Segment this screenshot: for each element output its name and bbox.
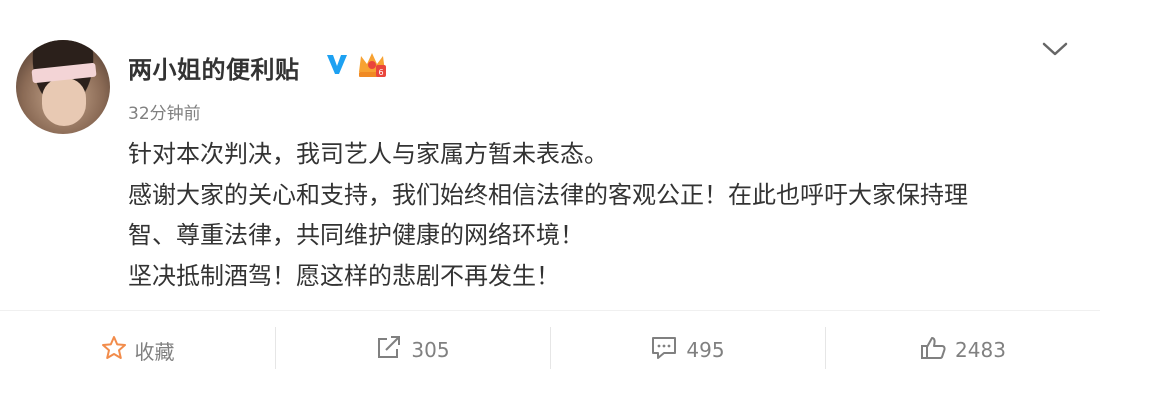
post-line: 针对本次判决，我司艺人与家属方暂未表态。 xyxy=(128,140,608,168)
comment-bubble-icon xyxy=(650,335,686,366)
avatar[interactable] xyxy=(16,40,110,134)
post-timestamp[interactable]: 32分钟前 xyxy=(128,99,201,124)
chevron-down-icon[interactable] xyxy=(1040,38,1070,60)
verified-v-icon xyxy=(325,52,349,76)
post-line: 感谢大家的关心和支持，我们始终相信法律的客观公正！在此也呼吁大家保持理 xyxy=(128,180,968,209)
vip-crown-icon[interactable]: 6 xyxy=(356,50,388,80)
share-arrow-icon xyxy=(375,335,411,366)
author-name[interactable]: 两小姐的便利贴 xyxy=(128,50,300,85)
like-count: 2483 xyxy=(955,338,1006,362)
post-line: 坚决抵制酒驾！愿这样的悲剧不再发生！ xyxy=(128,261,560,290)
repost-button[interactable]: 305 xyxy=(275,311,550,389)
favorite-label: 收藏 xyxy=(134,339,175,364)
comment-count: 495 xyxy=(686,338,725,362)
repost-count: 305 xyxy=(411,338,450,362)
action-bar: 收藏 305 495 2483 xyxy=(0,310,1100,389)
svg-text:6: 6 xyxy=(378,68,383,77)
comment-button[interactable]: 495 xyxy=(550,311,825,389)
post-content: 针对本次判决，我司艺人与家属方暂未表态。 感谢大家的关心和支持，我们始终相信法律… xyxy=(128,134,1078,296)
weibo-post-card: 两小姐的便利贴 6 32分钟前 针对本次判决，我司艺人与家属方暂未表态。 感谢大… xyxy=(0,0,1100,413)
like-button[interactable]: 2483 xyxy=(825,311,1100,389)
post-line: 智、尊重法律，共同维护健康的网络环境！ xyxy=(128,221,584,249)
star-icon xyxy=(101,335,135,366)
avatar-face xyxy=(42,78,86,126)
thumbs-up-icon xyxy=(919,335,955,366)
favorite-button[interactable]: 收藏 xyxy=(0,311,275,389)
